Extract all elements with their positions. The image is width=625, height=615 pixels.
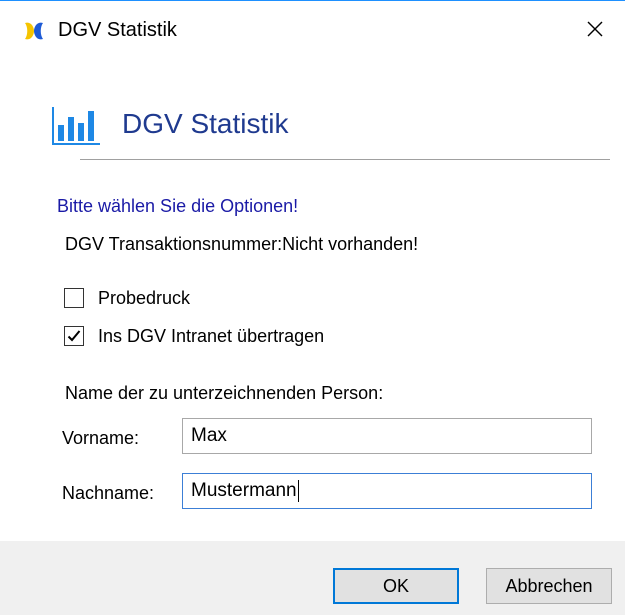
first-name-value: Max: [191, 425, 227, 446]
ok-button[interactable]: OK: [333, 568, 459, 604]
first-name-input[interactable]: Max: [182, 418, 592, 454]
transaction-label: DGV Transaktionsnummer:: [65, 234, 283, 254]
instruction-text: Bitte wählen Sie die Optionen!: [57, 196, 299, 216]
text-caret: [297, 479, 299, 502]
intranet-label: Ins DGV Intranet übertragen: [98, 326, 325, 346]
transaction-value: Nicht vorhanden!: [282, 234, 419, 254]
signer-section-label: Name der zu unterzeichnenden Person:: [65, 383, 384, 403]
transaction-number: DGV Transaktionsnummer:Nicht vorhanden!: [65, 232, 418, 256]
last-name-label: Nachname:: [62, 483, 155, 503]
window-title: DGV Statistik: [58, 19, 177, 41]
probedruck-label: Probedruck: [98, 288, 191, 308]
last-name-value: Mustermann: [191, 480, 297, 501]
header-divider: [80, 159, 610, 160]
first-name-label: Vorname:: [62, 428, 140, 448]
close-button[interactable]: [575, 11, 615, 51]
cancel-button[interactable]: Abbrechen: [486, 568, 612, 604]
close-icon: [585, 19, 605, 44]
probedruck-checkbox[interactable]: [64, 288, 84, 308]
title-bar[interactable]: DGV Statistik: [0, 1, 625, 51]
checkmark-icon: [67, 330, 81, 342]
intranet-checkbox[interactable]: [64, 326, 84, 346]
checkbox-probedruck[interactable]: Probedruck: [64, 286, 190, 310]
checkbox-intranet[interactable]: Ins DGV Intranet übertragen: [64, 324, 324, 348]
bar-chart-icon: [50, 103, 102, 149]
header-title: DGV Statistik: [122, 108, 289, 139]
app-logo-icon: [22, 19, 46, 43]
dialog-window: DGV Statistik DGV Statistik Bitte wählen…: [0, 0, 625, 615]
last-name-input[interactable]: Mustermann: [182, 473, 592, 509]
